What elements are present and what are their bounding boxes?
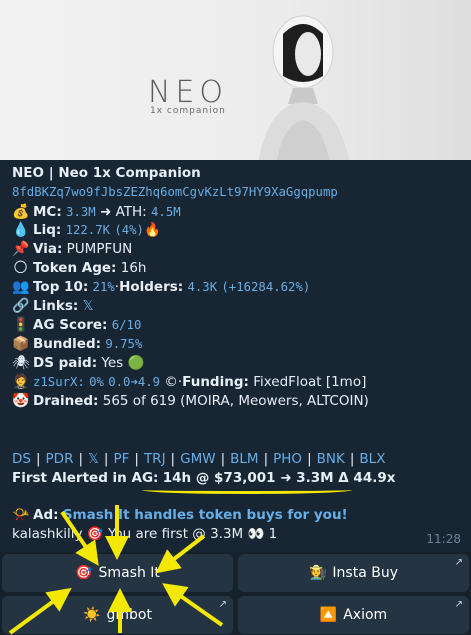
money-bag-icon: 💰 [12, 204, 30, 220]
liq-value: 122.7K [65, 223, 111, 237]
via-value: PUMPFUN [66, 241, 133, 257]
bundled-row: 📦 Bundled: 9.75% [12, 336, 143, 352]
external-arrow-icon: ↗ [454, 557, 463, 568]
bot-message: NEO | Neo 1x Companion 8fdBKZq7wo9fJbsZE… [0, 160, 471, 552]
external-arrow-icon: ↗ [218, 599, 227, 610]
link-blm[interactable]: BLM [230, 451, 258, 467]
horn-icon: 📯 [12, 507, 30, 523]
holders-delta: (+16284.62%) [221, 280, 311, 294]
link-pdr[interactable]: PDR [46, 451, 74, 467]
green-circle-icon: 🟢 [127, 355, 145, 371]
link-trj[interactable]: TRJ [144, 451, 166, 467]
robot-figure-image [258, 15, 350, 160]
insta-buy-button[interactable]: 🧑‍🌾 Insta Buy ↗ [238, 554, 469, 592]
link-icon: 🔗 [12, 298, 30, 314]
axiom-button[interactable]: 🔼 Axiom ↗ [238, 596, 469, 634]
link-bnk[interactable]: BNK [317, 451, 345, 467]
bundled-value: 9.75% [105, 337, 143, 351]
up-triangle-icon: 🔼 [319, 607, 338, 623]
external-links: DS | PDR | 𝕏 | PF | TRJ | GMW | BLM | PHO | BNK | BLX [12, 451, 386, 467]
contract-address[interactable]: 8fdBKZq7wo9fJbsZEZhq6omCgvKzLt97HY9XaGgq… [12, 183, 338, 202]
message-time: 11:28 [426, 532, 461, 546]
drained-row: 🤡 Drained: 565 of 619 (MOIRA, Meowers, AL… [12, 393, 369, 409]
notice-count: 1 [268, 526, 278, 542]
spider-icon: 🕷 [12, 355, 30, 371]
clown-icon: 🤡 [12, 393, 30, 409]
fire-icon: 🔥 [143, 222, 161, 238]
target-icon: 🎯 [86, 526, 104, 542]
ag-score-row: 🚦 AG Score: 6/10 [12, 317, 142, 333]
liq-row: 💧 Liq: 122.7K (4%)🔥 [12, 222, 161, 238]
token-age-row: 🌕 Token Age: 16h [13, 260, 147, 276]
sun-icon: ☀️ [83, 607, 101, 623]
first-buyer-row: kalashkilly 🎯 You are first @ 3.3M 👀 1 [12, 525, 277, 544]
link-ds[interactable]: DS [12, 451, 31, 467]
notice-text: You are first @ 3.3M [107, 526, 244, 542]
x-link[interactable]: 𝕏 [83, 298, 94, 314]
external-arrow-icon: ↗ [454, 599, 463, 610]
package-icon: 📦 [12, 336, 30, 352]
person-icon: 🤵 [12, 374, 30, 390]
moon-icon: 🌕 [13, 260, 28, 276]
button-label: Smash It [98, 565, 160, 581]
dev-range: 0.0➜4.9 [108, 375, 161, 389]
ad-link[interactable]: Smash It handles token buys for you! [63, 507, 348, 523]
funding-value: FixedFloat [1mo] [253, 374, 367, 390]
holders-value: 4.3K [187, 280, 218, 294]
top10-value: 21% [92, 280, 115, 294]
mc-value: 3.3M [66, 205, 96, 219]
dev-row: 🤵 z1SurX: 0% 0.0➜4.9 ©·Funding: FixedFloa… [12, 374, 367, 390]
copyright-icon: © [164, 374, 178, 390]
banner-logo-text: NEO [148, 75, 229, 110]
first-alerted-value: 14h @ $73,001 ➜ 3.3M Δ 44.9x [162, 470, 396, 486]
link-blx[interactable]: BLX [359, 451, 385, 467]
ag-score-value: 6/10 [111, 318, 142, 332]
banner-subtitle: 1x companion [150, 106, 226, 116]
button-label: Insta Buy [332, 565, 398, 581]
gmbot-button[interactable]: ☀️ gmbot ↗ [2, 596, 233, 634]
ds-paid-value: Yes [101, 355, 124, 371]
links-row: 🔗 Links: 𝕏 [12, 298, 94, 314]
pushpin-icon: 📌 [12, 241, 30, 257]
button-label: Axiom [343, 607, 388, 623]
target-icon: 🎯 [75, 565, 93, 581]
ath-value: 4.5M [151, 205, 181, 219]
mc-row: 💰 MC: 3.3M ➜ ATH: 4.5M [12, 204, 181, 220]
link-x[interactable]: 𝕏 [88, 451, 99, 467]
dev-pct: 0% [89, 375, 104, 389]
droplet-icon: 💧 [12, 222, 30, 238]
notice-user: kalashkilly [12, 526, 83, 542]
eyes-icon: 👀 [247, 526, 265, 542]
button-label: gmbot [106, 607, 152, 623]
drained-value: 565 of 619 (MOIRA, Meowers, ALTCOIN) [102, 393, 369, 409]
link-pho[interactable]: PHO [273, 451, 302, 467]
link-pf[interactable]: PF [113, 451, 129, 467]
via-row: 📌 Via: PUMPFUN [12, 241, 133, 257]
dev-wallet-link[interactable]: z1SurX: [33, 375, 85, 389]
link-gmw[interactable]: GMW [180, 451, 215, 467]
farmer-icon: 🧑‍🌾 [308, 565, 327, 581]
ad-row: 📯 Ad: Smash It handles token buys for you… [12, 507, 348, 523]
smash-it-button[interactable]: 🎯 Smash It [2, 554, 233, 592]
token-age-value: 16h [120, 260, 147, 276]
top10-row: 👥 Top 10: 21%·Holders: 4.3K (+16284.62%) [12, 279, 311, 295]
people-icon: 👥 [12, 279, 30, 295]
liq-pct: (4%) [114, 223, 144, 237]
ds-paid-row: 🕷 DS paid: Yes 🟢 [12, 355, 145, 371]
highlight-underline [142, 486, 352, 494]
token-banner-image[interactable]: NEO 1x companion [0, 0, 471, 160]
traffic-light-icon: 🚦 [12, 317, 30, 333]
token-title: NEO | Neo 1x Companion [12, 165, 201, 181]
